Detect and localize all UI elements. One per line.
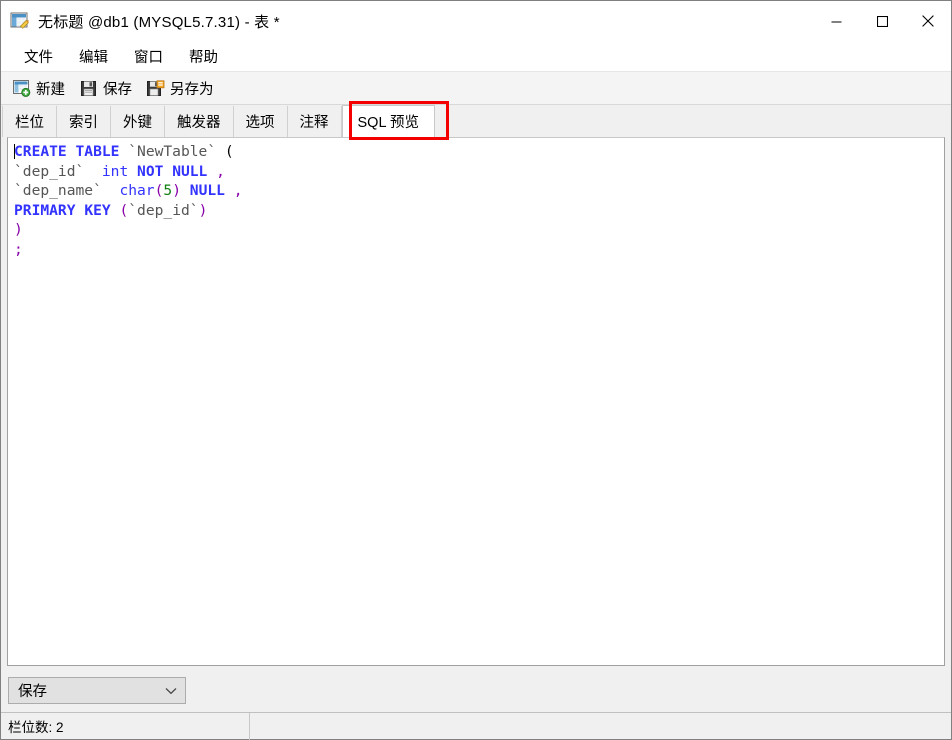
new-button[interactable]: 新建 xyxy=(8,75,70,102)
sql-token-col2-length: 5 xyxy=(163,182,172,199)
save-as-icon xyxy=(147,80,165,97)
sql-token-col1-type: int xyxy=(102,163,128,180)
sql-token-create: CREATE xyxy=(14,143,67,160)
sql-token-not: NOT xyxy=(137,163,163,180)
tab-bar: 栏位 索引 外键 触发器 选项 注释 SQL 预览 xyxy=(1,105,951,137)
sql-token-null-1: NULL xyxy=(172,163,207,180)
close-icon xyxy=(922,15,934,27)
sql-token-open-paren-3: ( xyxy=(119,202,128,219)
save-mode-dropdown[interactable]: 保存 xyxy=(8,677,186,704)
sql-token-null-2: NULL xyxy=(190,182,225,199)
sql-token-close-paren-3: ) xyxy=(199,202,208,219)
tab-foreign-keys[interactable]: 外键 xyxy=(111,106,165,137)
sql-token-table: TABLE xyxy=(76,143,120,160)
new-button-label: 新建 xyxy=(36,78,65,99)
sql-code: CREATE TABLE `NewTable` ( `dep_id` int N… xyxy=(8,138,944,260)
chevron-down-icon xyxy=(165,685,177,697)
save-icon xyxy=(80,80,98,97)
menu-item-edit[interactable]: 编辑 xyxy=(66,42,121,71)
minimize-button[interactable] xyxy=(813,1,859,41)
tab-comment[interactable]: 注释 xyxy=(288,106,342,137)
sql-token-col1-name: `dep_id` xyxy=(14,163,84,180)
sql-token-table-name: `NewTable` xyxy=(128,143,216,160)
table-designer-window: 无标题 @db1 (MYSQL5.7.31) - 表 * 文件 xyxy=(0,0,952,740)
bottom-bar: 保存 xyxy=(1,669,951,712)
sql-token-open-paren-1: ( xyxy=(225,143,234,160)
sql-token-semicolon: ; xyxy=(14,241,23,258)
sql-preview-textarea[interactable]: CREATE TABLE `NewTable` ( `dep_id` int N… xyxy=(7,137,945,666)
save-button-label: 保存 xyxy=(103,78,132,99)
tab-bar-filler xyxy=(435,106,951,137)
sql-token-col2-name: `dep_name` xyxy=(14,182,102,199)
maximize-button[interactable] xyxy=(859,1,905,41)
menu-item-window[interactable]: 窗口 xyxy=(121,42,176,71)
editor-area: CREATE TABLE `NewTable` ( `dep_id` int N… xyxy=(1,137,951,669)
menu-item-file[interactable]: 文件 xyxy=(11,42,66,71)
menu-item-help[interactable]: 帮助 xyxy=(176,42,231,71)
sql-token-comma-1: , xyxy=(216,163,225,180)
sql-token-key: KEY xyxy=(84,202,110,219)
title-bar: 无标题 @db1 (MYSQL5.7.31) - 表 * xyxy=(1,1,951,41)
tab-sql-preview[interactable]: SQL 预览 xyxy=(342,105,436,137)
tab-indexes[interactable]: 索引 xyxy=(57,106,111,137)
sql-token-close-paren-2: ) xyxy=(172,182,181,199)
save-as-button-label: 另存为 xyxy=(170,78,214,99)
save-as-button[interactable]: 另存为 xyxy=(142,75,219,102)
minimize-icon xyxy=(831,16,842,27)
tab-fields[interactable]: 栏位 xyxy=(2,106,57,137)
window-title: 无标题 @db1 (MYSQL5.7.31) - 表 * xyxy=(38,11,280,32)
tab-options[interactable]: 选项 xyxy=(234,106,288,137)
close-button[interactable] xyxy=(905,1,951,41)
sql-token-close-paren-4: ) xyxy=(14,221,23,238)
window-controls xyxy=(813,1,951,41)
tab-triggers[interactable]: 触发器 xyxy=(165,106,234,137)
status-bar: 栏位数: 2 xyxy=(1,712,951,739)
sql-token-col2-type: char xyxy=(119,182,154,199)
table-edit-icon xyxy=(10,11,30,31)
save-button[interactable]: 保存 xyxy=(75,75,137,102)
save-mode-dropdown-value: 保存 xyxy=(18,680,47,701)
new-table-icon xyxy=(13,80,31,97)
toolbar: 新建 保存 xyxy=(1,72,951,105)
sql-token-primary: PRIMARY xyxy=(14,202,76,219)
sql-token-pk-col: `dep_id` xyxy=(128,202,198,219)
status-bar-divider xyxy=(249,713,250,740)
status-field-count: 栏位数: 2 xyxy=(1,716,249,736)
menu-bar: 文件 编辑 窗口 帮助 xyxy=(1,41,951,72)
sql-token-comma-2: , xyxy=(234,182,243,199)
maximize-icon xyxy=(877,16,888,27)
